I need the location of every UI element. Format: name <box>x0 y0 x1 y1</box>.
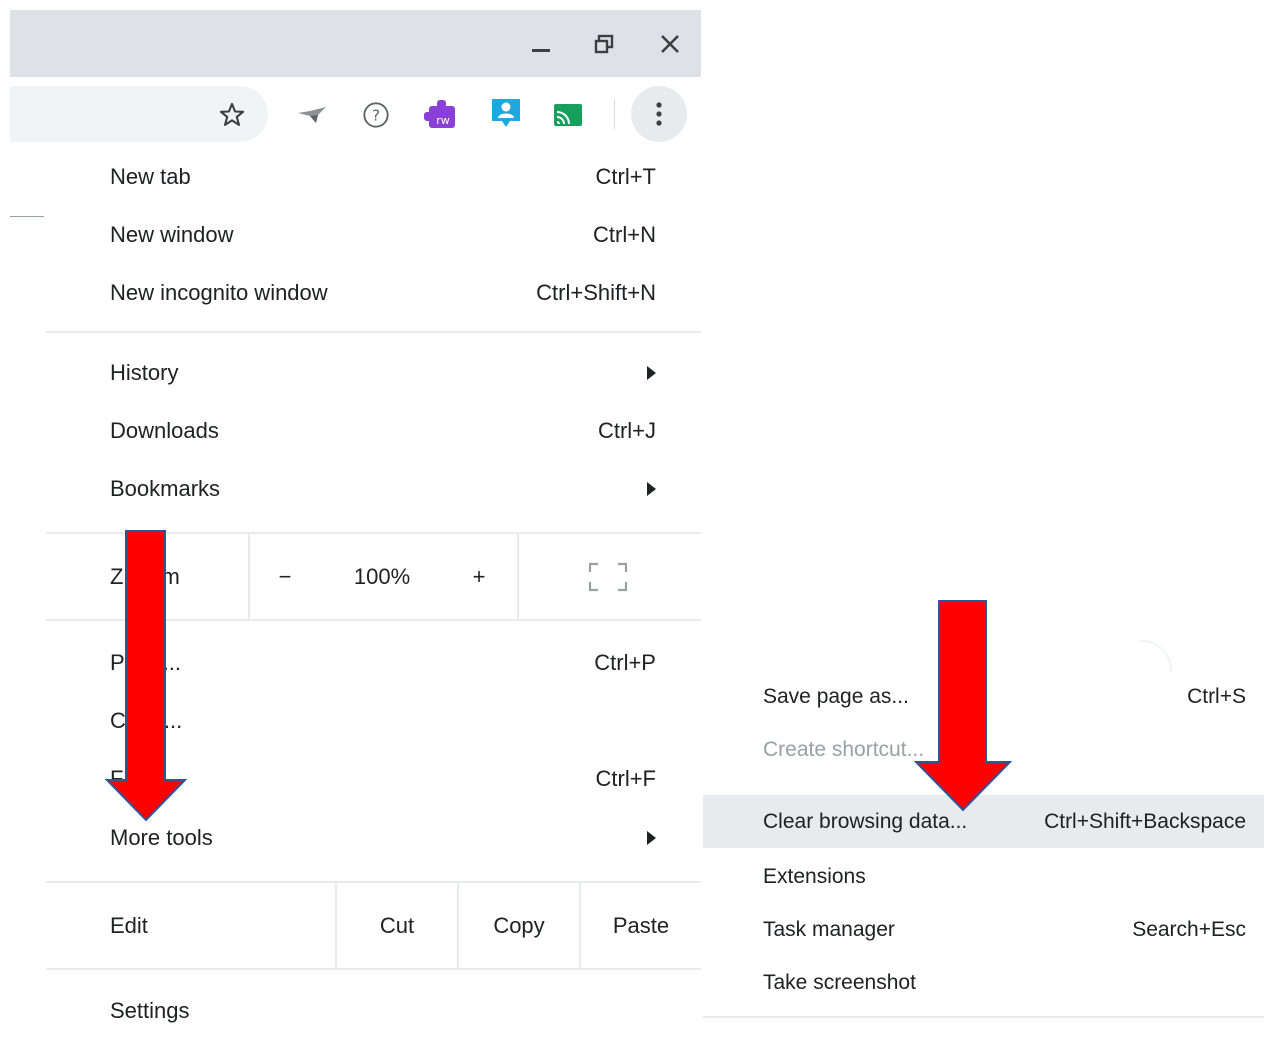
red-down-arrow-icon <box>914 600 1012 812</box>
submenu-item-extensions[interactable]: Extensions <box>703 850 1264 903</box>
address-bar[interactable] <box>10 86 268 142</box>
zoom-in-button[interactable]: + <box>460 534 498 619</box>
zoom-level: 100% <box>353 563 411 589</box>
bookmark-star-button[interactable] <box>215 98 249 132</box>
svg-text:rw: rw <box>436 114 450 127</box>
menu-item-label: Bookmarks <box>110 476 221 501</box>
help-button[interactable]: ? <box>359 98 393 132</box>
rw-extension-icon: rw <box>424 100 455 128</box>
zoom-divider <box>248 534 250 619</box>
menu-item-downloads[interactable]: Downloads Ctrl+J <box>46 402 701 460</box>
menu-item-label: New incognito window <box>110 280 328 305</box>
menu-item-label: Edit <box>110 912 148 938</box>
submenu-item-task-manager[interactable]: Task manager Search+Esc <box>703 903 1264 956</box>
red-down-arrow-icon <box>105 530 187 822</box>
minimize-icon <box>532 49 550 52</box>
menu-item-label: Downloads <box>110 418 219 443</box>
account-badge-icon <box>492 99 520 127</box>
submenu-item-shortcut: Search+Esc <box>1132 917 1246 941</box>
close-window-button[interactable] <box>655 30 685 58</box>
extension-wing-button[interactable] <box>295 98 329 132</box>
menu-item-new-window[interactable]: New window Ctrl+N <box>46 206 701 264</box>
menu-item-settings[interactable]: Settings <box>46 982 701 1040</box>
minimize-button[interactable] <box>526 30 556 58</box>
submenu-arrow-icon <box>647 831 656 845</box>
copy-button[interactable]: Copy <box>459 883 579 968</box>
restore-button[interactable] <box>590 30 620 58</box>
more-vert-icon <box>656 102 662 126</box>
menu-item-shortcut: Ctrl+J <box>597 418 656 443</box>
submenu-divider <box>703 1016 1264 1018</box>
menu-item-label: Settings <box>110 998 190 1023</box>
help-circle-icon: ? <box>363 102 389 128</box>
star-icon <box>219 102 245 126</box>
window-titlebar <box>10 10 701 77</box>
submenu-item-shortcut: Ctrl+S <box>1187 684 1246 708</box>
submenu-arrow-icon <box>647 482 656 496</box>
submenu-item-label: Create shortcut... <box>763 737 925 761</box>
zoom-divider <box>517 534 519 619</box>
submenu-item-label: Task manager <box>763 917 895 941</box>
svg-text:?: ? <box>372 106 380 124</box>
menu-item-label: New window <box>110 222 234 247</box>
menu-item-history[interactable]: History <box>46 344 701 402</box>
menu-item-shortcut: Ctrl+N <box>593 222 656 247</box>
menu-item-label: History <box>110 360 179 385</box>
page-content-edge <box>10 216 44 217</box>
extension-wing-icon <box>298 107 326 123</box>
menu-item-shortcut: Ctrl+T <box>595 164 657 189</box>
paste-button[interactable]: Paste <box>581 883 701 968</box>
chrome-menu-button[interactable] <box>631 86 687 142</box>
menu-item-label: More tools <box>110 825 213 850</box>
submenu-arrow-icon <box>647 366 656 380</box>
submenu-corner <box>1140 640 1172 672</box>
cast-icon <box>554 104 582 126</box>
submenu-item-label: Extensions <box>763 864 866 888</box>
submenu-item-label: Save page as... <box>763 684 909 708</box>
menu-item-shortcut: Ctrl+Shift+N <box>536 280 656 305</box>
fullscreen-button[interactable] <box>576 534 640 619</box>
menu-item-shortcut: Ctrl+F <box>595 766 657 791</box>
browser-toolbar: ? rw <box>10 77 701 153</box>
menu-item-shortcut: Ctrl+P <box>594 650 656 675</box>
submenu-item-take-screenshot[interactable]: Take screenshot <box>703 956 1264 1009</box>
menu-item-new-incognito-window[interactable]: New incognito window Ctrl+Shift+N <box>46 264 701 322</box>
rw-extension-button[interactable]: rw <box>423 96 459 132</box>
cut-button[interactable]: Cut <box>337 883 457 968</box>
cast-button[interactable] <box>551 98 585 132</box>
menu-item-label: New tab <box>110 164 191 189</box>
submenu-item-label: Clear browsing data... <box>763 809 968 833</box>
account-badge-button[interactable] <box>488 95 524 131</box>
menu-item-bookmarks[interactable]: Bookmarks <box>46 460 701 518</box>
menu-divider <box>46 331 701 333</box>
restore-icon <box>594 34 614 54</box>
submenu-item-shortcut: Ctrl+Shift+Backspace <box>1044 809 1246 833</box>
close-icon <box>661 35 679 53</box>
menu-item-new-tab[interactable]: New tab Ctrl+T <box>46 148 701 206</box>
menu-divider <box>46 968 701 970</box>
submenu-item-label: Take screenshot <box>763 970 916 994</box>
toolbar-divider <box>614 99 615 129</box>
zoom-out-button[interactable]: − <box>266 534 304 619</box>
fullscreen-icon <box>588 562 628 591</box>
